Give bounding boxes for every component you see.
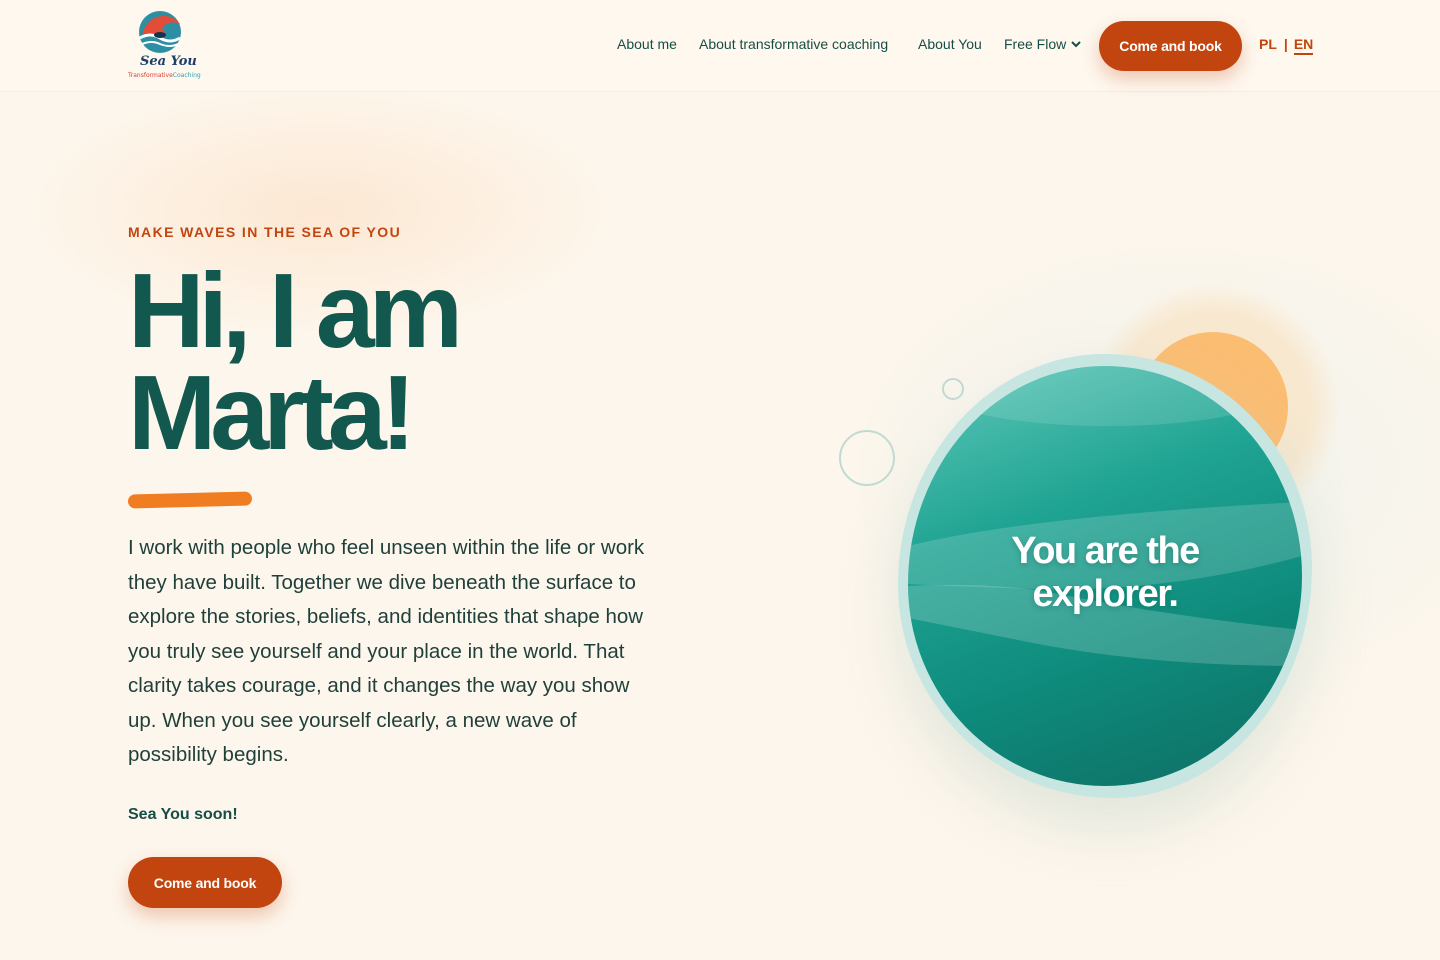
hero-visual: You are the explorer.	[820, 270, 1360, 830]
logo-tagline: TransformativeCoaching	[128, 72, 201, 79]
header-book-button[interactable]: Come and book	[1099, 21, 1242, 71]
site-header: Sea You TransformativeCoaching About me …	[0, 0, 1440, 92]
nav-free-flow-label: Free Flow	[1004, 36, 1067, 52]
orb-text-line2: explorer.	[1032, 573, 1179, 615]
logo-tagline-part1: Transformative	[128, 72, 173, 79]
nav-free-flow[interactable]: Free Flow	[1004, 36, 1081, 52]
explorer-orb: You are the explorer.	[908, 366, 1302, 786]
lang-pl[interactable]: PL	[1259, 36, 1277, 52]
nav-about-me[interactable]: About me	[617, 36, 677, 52]
bubble-large	[839, 430, 895, 486]
orb-text: You are the explorer.	[908, 530, 1302, 616]
nav-about-you[interactable]: About You	[918, 36, 982, 52]
hero-title-line1: Hi, I am	[128, 252, 463, 370]
lang-separator: |	[1283, 36, 1288, 52]
hero-title: Hi, I am Marta!	[128, 258, 648, 466]
hero-book-button[interactable]: Come and book	[128, 857, 282, 908]
hero-eyebrow: MAKE WAVES IN THE SEA OF YOU	[128, 224, 402, 240]
chevron-down-icon	[1071, 41, 1081, 48]
title-underline	[127, 491, 253, 509]
hero-intro: I work with people who feel unseen withi…	[128, 536, 645, 766]
logo-title: Sea You	[140, 54, 197, 69]
hero-signoff: Sea You soon!	[128, 806, 238, 823]
nav-about-transformative-coaching[interactable]: About transformative coaching	[699, 36, 888, 52]
lang-en[interactable]: EN	[1293, 36, 1314, 55]
language-switcher: PL | EN	[1259, 36, 1314, 55]
logo-tagline-part2: Coaching	[172, 72, 201, 79]
orb-text-line1: You are the	[1011, 530, 1200, 572]
hero-title-line2: Marta!	[128, 354, 416, 472]
